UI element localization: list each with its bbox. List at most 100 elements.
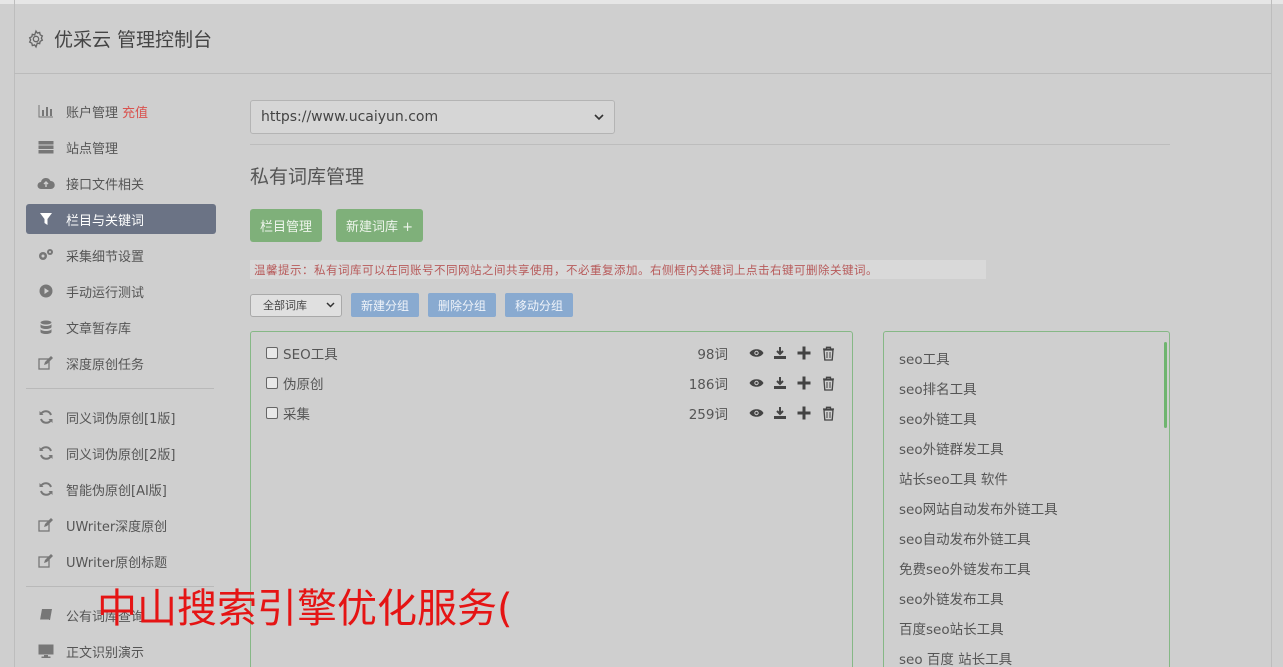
download-icon[interactable]: [772, 375, 788, 391]
site-select-value: https://www.ucaiyun.com: [261, 109, 439, 125]
group-checkbox[interactable]: [266, 407, 278, 419]
sidebar-item-label: 采集细节设置: [66, 249, 145, 265]
trash-icon[interactable]: [820, 375, 836, 391]
sidebar-item-uwriter-deep[interactable]: UWriter深度原创: [26, 510, 216, 540]
site-select[interactable]: https://www.ucaiyun.com: [250, 100, 615, 134]
sidebar-item-interface[interactable]: 接口文件相关: [26, 168, 216, 198]
scrollbar-thumb[interactable]: [1164, 342, 1167, 428]
sidebar-item-article-storage[interactable]: 文章暂存库: [26, 312, 216, 342]
move-group-button[interactable]: 移动分组: [505, 293, 574, 317]
download-icon[interactable]: [772, 405, 788, 421]
sidebar-item-label: 接口文件相关: [66, 177, 145, 193]
group-checkbox[interactable]: [266, 347, 278, 359]
sidebar-item-label: 深度原创任务: [66, 357, 145, 373]
header: 优采云 管理控制台: [14, 4, 1272, 74]
sidebar-item-label: 同义词伪原创[1版]: [66, 411, 176, 427]
sidebar-item-collect-settings[interactable]: 采集细节设置: [26, 240, 216, 270]
refresh-icon: [37, 481, 55, 497]
sidebar-item-label: UWriter深度原创: [66, 519, 168, 535]
keyword-item[interactable]: seo工具: [899, 348, 950, 368]
monitor-icon: [37, 643, 55, 659]
app-title: 优采云 管理控制台: [54, 29, 213, 51]
group-count: 186词: [688, 377, 728, 393]
keyword-item[interactable]: seo排名工具: [899, 378, 977, 398]
keyword-item[interactable]: seo外链工具: [899, 408, 977, 428]
list-item: 采集 259词: [266, 402, 836, 424]
sidebar-item-label: 同义词伪原创[2版]: [66, 447, 176, 463]
sidebar-item-account[interactable]: 账户管理 充值: [26, 96, 216, 126]
divider: [250, 144, 1170, 145]
edit-icon: [37, 517, 55, 533]
download-icon[interactable]: [772, 345, 788, 361]
delete-group-button[interactable]: 删除分组: [428, 293, 497, 317]
library-select-value: 全部词库: [263, 299, 307, 312]
sidebar-item-label: 栏目与关键词: [66, 213, 145, 229]
plus-icon[interactable]: [796, 405, 812, 421]
group-checkbox[interactable]: [266, 377, 278, 389]
eye-icon[interactable]: [748, 405, 764, 421]
library-select[interactable]: 全部词库: [250, 293, 342, 317]
keyword-item[interactable]: seo网站自动发布外链工具: [899, 498, 1058, 518]
chevron-down-icon: [594, 113, 604, 120]
cloud-upload-icon: [37, 175, 55, 191]
sidebar-item-synonym-v1[interactable]: 同义词伪原创[1版]: [26, 402, 216, 432]
list-item: 伪原创 186词: [266, 372, 836, 394]
keyword-item[interactable]: seo外链发布工具: [899, 588, 1004, 608]
bar-chart-icon: [37, 103, 55, 119]
sidebar-item-smart-ai[interactable]: 智能伪原创[AI版]: [26, 474, 216, 504]
group-name[interactable]: SEO工具: [283, 343, 697, 363]
database-icon: [37, 319, 55, 335]
recharge-link[interactable]: 充值: [122, 102, 148, 121]
edit-icon: [37, 553, 55, 569]
tip-text: 温馨提示：私有词库可以在同账号不同网站之间共享使用，不必重复添加。右侧框内关键词…: [250, 260, 986, 279]
gear-icon[interactable]: [26, 29, 46, 49]
new-library-button[interactable]: 新建词库 +: [336, 209, 424, 242]
sidebar-item-manual-run[interactable]: 手动运行测试: [26, 276, 216, 306]
sidebar-item-label: 文章暂存库: [66, 321, 132, 337]
sidebar-item-columns-keywords[interactable]: 栏目与关键词: [26, 204, 216, 234]
page-title: 私有词库管理: [250, 166, 365, 188]
chevron-down-icon: [326, 302, 335, 308]
refresh-icon: [37, 409, 55, 425]
action-buttons: 栏目管理 新建词库 +: [250, 209, 424, 242]
keyword-item[interactable]: 免费seo外链发布工具: [899, 558, 1031, 578]
filter-icon: [37, 211, 55, 227]
group-count: 259词: [688, 407, 728, 423]
group-name[interactable]: 伪原创: [283, 373, 689, 393]
sidebar-item-sites[interactable]: 站点管理: [26, 132, 216, 162]
keyword-item[interactable]: seo 百度 站长工具: [899, 648, 1012, 667]
book-icon: [37, 607, 55, 623]
overlay-caption: 中山搜索引擎优化服务(: [97, 586, 513, 632]
edit-icon: [37, 355, 55, 371]
group-name[interactable]: 采集: [283, 403, 689, 423]
eye-icon[interactable]: [748, 375, 764, 391]
sidebar-item-uwriter-title[interactable]: UWriter原创标题: [26, 546, 216, 576]
plus-icon[interactable]: [796, 345, 812, 361]
column-manage-button[interactable]: 栏目管理: [250, 209, 323, 242]
play-circle-icon: [37, 283, 55, 299]
sidebar-item-deep-original[interactable]: 深度原创任务: [26, 348, 216, 378]
cogs-icon: [37, 247, 55, 263]
sidebar-divider: [26, 388, 214, 389]
sidebar-item-label: 账户管理: [66, 105, 119, 121]
new-group-button[interactable]: 新建分组: [351, 293, 420, 317]
keyword-list-panel[interactable]: seo工具 seo排名工具 seo外链工具 seo外链群发工具 站长seo工具 …: [883, 331, 1170, 667]
eye-icon[interactable]: [748, 345, 764, 361]
keyword-item[interactable]: 百度seo站长工具: [899, 618, 1004, 638]
sidebar-item-label: 正文识别演示: [66, 645, 145, 661]
keyword-item[interactable]: seo自动发布外链工具: [899, 528, 1031, 548]
trash-icon[interactable]: [820, 345, 836, 361]
plus-icon[interactable]: [796, 375, 812, 391]
trash-icon[interactable]: [820, 405, 836, 421]
keyword-item[interactable]: 站长seo工具 软件: [899, 468, 1008, 488]
sidebar-item-text-recognition[interactable]: 正文识别演示: [26, 636, 216, 666]
server-icon: [37, 139, 55, 155]
list-item: SEO工具 98词: [266, 342, 836, 364]
sidebar-item-label: 智能伪原创[AI版]: [66, 483, 167, 499]
sidebar-item-synonym-v2[interactable]: 同义词伪原创[2版]: [26, 438, 216, 468]
sidebar-item-label: 站点管理: [66, 141, 119, 157]
sidebar-item-label: UWriter原创标题: [66, 555, 168, 571]
sidebar-item-label: 手动运行测试: [66, 285, 145, 301]
keyword-item[interactable]: seo外链群发工具: [899, 438, 1004, 458]
refresh-icon: [37, 445, 55, 461]
